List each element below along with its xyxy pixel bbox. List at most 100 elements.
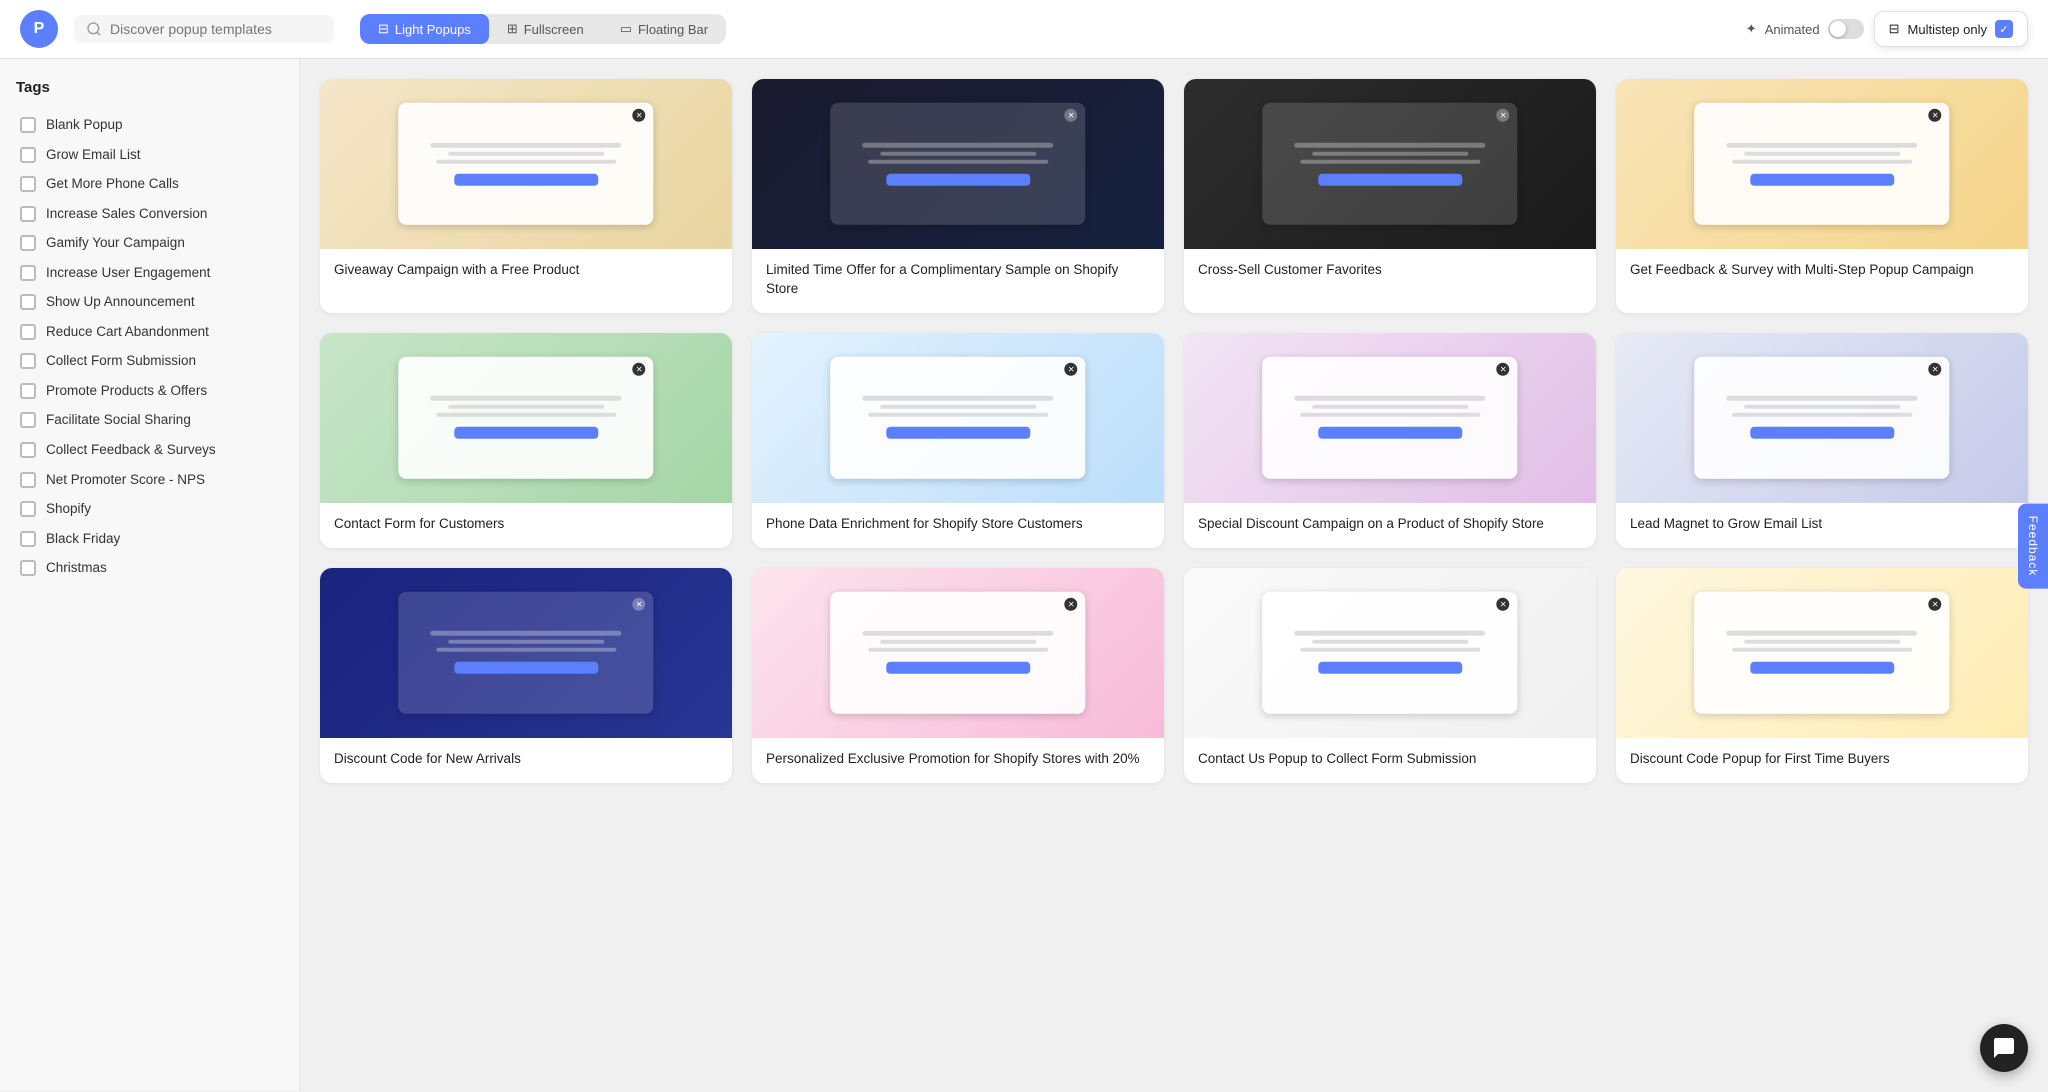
tag-label-grow-email-list: Grow Email List	[46, 146, 141, 164]
card-image-card-11: ✕	[1184, 568, 1596, 738]
tag-label-black-friday: Black Friday	[46, 530, 120, 548]
card-card-12[interactable]: ✕ Discount Code Popup for First Time Buy…	[1616, 568, 2028, 783]
tab-group: ⊟ Light Popups ⊞ Fullscreen ▭ Floating B…	[360, 14, 726, 44]
card-title-card-3: Cross-Sell Customer Favorites	[1184, 249, 1596, 294]
tab-light-popups[interactable]: ⊟ Light Popups	[360, 14, 489, 44]
tag-item-shopify[interactable]: Shopify	[16, 494, 283, 524]
tag-item-increase-sales-conversion[interactable]: Increase Sales Conversion	[16, 199, 283, 229]
tag-checkbox-grow-email-list[interactable]	[20, 147, 36, 163]
tag-item-increase-user-engagement[interactable]: Increase User Engagement	[16, 258, 283, 288]
tag-item-show-up-announcement[interactable]: Show Up Announcement	[16, 287, 283, 317]
card-card-7[interactable]: ✕ Special Discount Campaign on a Product…	[1184, 333, 1596, 548]
tab-floating-bar[interactable]: ▭ Floating Bar	[602, 14, 726, 44]
tag-checkbox-reduce-cart-abandonment[interactable]	[20, 324, 36, 340]
tag-checkbox-gamify-your-campaign[interactable]	[20, 235, 36, 251]
tag-item-gamify-your-campaign[interactable]: Gamify Your Campaign	[16, 228, 283, 258]
tag-checkbox-black-friday[interactable]	[20, 531, 36, 547]
tag-label-net-promoter-score: Net Promoter Score - NPS	[46, 471, 205, 489]
layout: Tags Blank Popup Grow Email List Get Mor…	[0, 59, 2048, 1091]
card-title-card-12: Discount Code Popup for First Time Buyer…	[1616, 738, 2028, 783]
card-image-card-12: ✕	[1616, 568, 2028, 738]
tags-list: Blank Popup Grow Email List Get More Pho…	[16, 110, 283, 583]
card-title-card-4: Get Feedback & Survey with Multi-Step Po…	[1616, 249, 2028, 294]
card-image-card-1: ✕	[320, 79, 732, 249]
card-card-4[interactable]: ✕ Get Feedback & Survey with Multi-Step …	[1616, 79, 2028, 313]
card-image-card-8: ✕	[1616, 333, 2028, 503]
card-card-6[interactable]: ✕ Phone Data Enrichment for Shopify Stor…	[752, 333, 1164, 548]
card-image-card-6: ✕	[752, 333, 1164, 503]
header: P ⊟ Light Popups ⊞ Fullscreen ▭ Floating…	[0, 0, 2048, 59]
card-title-card-7: Special Discount Campaign on a Product o…	[1184, 503, 1596, 548]
card-card-1[interactable]: ✕ Giveaway Campaign with a Free Product	[320, 79, 732, 313]
multistep-check: ✓	[1995, 20, 2013, 38]
card-card-11[interactable]: ✕ Contact Us Popup to Collect Form Submi…	[1184, 568, 1596, 783]
tag-checkbox-christmas[interactable]	[20, 560, 36, 576]
card-image-card-2: ✕	[752, 79, 1164, 249]
multistep-dropdown[interactable]: ⊟ Multistep only ✓	[1874, 11, 2028, 47]
tag-item-get-more-phone-calls[interactable]: Get More Phone Calls	[16, 169, 283, 199]
tag-item-facilitate-social-sharing[interactable]: Facilitate Social Sharing	[16, 405, 283, 435]
tag-label-facilitate-social-sharing: Facilitate Social Sharing	[46, 411, 191, 429]
card-card-2[interactable]: ✕ Limited Time Offer for a Complimentary…	[752, 79, 1164, 313]
tag-item-black-friday[interactable]: Black Friday	[16, 524, 283, 554]
cards-grid: ✕ Giveaway Campaign with a Free Product …	[320, 79, 2028, 783]
tag-checkbox-facilitate-social-sharing[interactable]	[20, 412, 36, 428]
card-image-card-10: ✕	[752, 568, 1164, 738]
tag-label-gamify-your-campaign: Gamify Your Campaign	[46, 234, 185, 252]
tag-item-collect-feedback-surveys[interactable]: Collect Feedback & Surveys	[16, 435, 283, 465]
card-card-9[interactable]: ✕ Discount Code for New Arrivals	[320, 568, 732, 783]
chat-bubble-button[interactable]	[1980, 1024, 2028, 1072]
tag-item-grow-email-list[interactable]: Grow Email List	[16, 140, 283, 170]
tag-item-net-promoter-score[interactable]: Net Promoter Score - NPS	[16, 465, 283, 495]
card-card-5[interactable]: ✕ Contact Form for Customers	[320, 333, 732, 548]
card-card-3[interactable]: ✕ Cross-Sell Customer Favorites	[1184, 79, 1596, 313]
card-title-card-8: Lead Magnet to Grow Email List	[1616, 503, 2028, 548]
tag-item-promote-products-offers[interactable]: Promote Products & Offers	[16, 376, 283, 406]
card-title-card-11: Contact Us Popup to Collect Form Submiss…	[1184, 738, 1596, 783]
animated-toggle-switch[interactable]	[1828, 19, 1864, 39]
search-input[interactable]	[110, 21, 310, 37]
tag-item-christmas[interactable]: Christmas	[16, 553, 283, 583]
tag-item-collect-form-submission[interactable]: Collect Form Submission	[16, 346, 283, 376]
tag-checkbox-shopify[interactable]	[20, 501, 36, 517]
tag-checkbox-collect-form-submission[interactable]	[20, 353, 36, 369]
animated-label: Animated	[1765, 22, 1820, 37]
card-card-8[interactable]: ✕ Lead Magnet to Grow Email List	[1616, 333, 2028, 548]
tags-title: Tags	[16, 79, 283, 96]
tag-label-get-more-phone-calls: Get More Phone Calls	[46, 175, 179, 193]
multistep-icon: ⊟	[1889, 21, 1900, 37]
tag-item-reduce-cart-abandonment[interactable]: Reduce Cart Abandonment	[16, 317, 283, 347]
tag-checkbox-get-more-phone-calls[interactable]	[20, 176, 36, 192]
card-card-10[interactable]: ✕ Personalized Exclusive Promotion for S…	[752, 568, 1164, 783]
tag-checkbox-collect-feedback-surveys[interactable]	[20, 442, 36, 458]
tag-checkbox-promote-products-offers[interactable]	[20, 383, 36, 399]
tag-label-collect-feedback-surveys: Collect Feedback & Surveys	[46, 441, 216, 459]
card-image-card-4: ✕	[1616, 79, 2028, 249]
logo: P	[20, 10, 58, 48]
tag-checkbox-show-up-announcement[interactable]	[20, 294, 36, 310]
tag-item-blank-popup[interactable]: Blank Popup	[16, 110, 283, 140]
sidebar: Tags Blank Popup Grow Email List Get Mor…	[0, 59, 300, 1091]
card-title-card-2: Limited Time Offer for a Complimentary S…	[752, 249, 1164, 313]
tag-checkbox-blank-popup[interactable]	[20, 117, 36, 133]
search-icon	[86, 21, 102, 37]
card-image-card-7: ✕	[1184, 333, 1596, 503]
animated-toggle[interactable]: ✦ Animated	[1746, 19, 1864, 39]
fullscreen-icon: ⊞	[507, 21, 518, 37]
tag-label-shopify: Shopify	[46, 500, 91, 518]
card-title-card-10: Personalized Exclusive Promotion for Sho…	[752, 738, 1164, 783]
tag-checkbox-net-promoter-score[interactable]	[20, 472, 36, 488]
tab-fullscreen[interactable]: ⊞ Fullscreen	[489, 14, 602, 44]
feedback-button[interactable]: Feedback	[2018, 504, 2048, 589]
tag-checkbox-increase-user-engagement[interactable]	[20, 265, 36, 281]
tag-label-increase-user-engagement: Increase User Engagement	[46, 264, 210, 282]
main-content: ✕ Giveaway Campaign with a Free Product …	[300, 59, 2048, 1091]
chat-icon	[1992, 1036, 2016, 1060]
tag-label-increase-sales-conversion: Increase Sales Conversion	[46, 205, 207, 223]
multistep-label: Multistep only	[1908, 22, 1987, 37]
tag-checkbox-increase-sales-conversion[interactable]	[20, 206, 36, 222]
search-bar[interactable]	[74, 15, 334, 43]
light-popups-icon: ⊟	[378, 21, 389, 37]
floating-bar-icon: ▭	[620, 21, 632, 37]
card-title-card-6: Phone Data Enrichment for Shopify Store …	[752, 503, 1164, 548]
